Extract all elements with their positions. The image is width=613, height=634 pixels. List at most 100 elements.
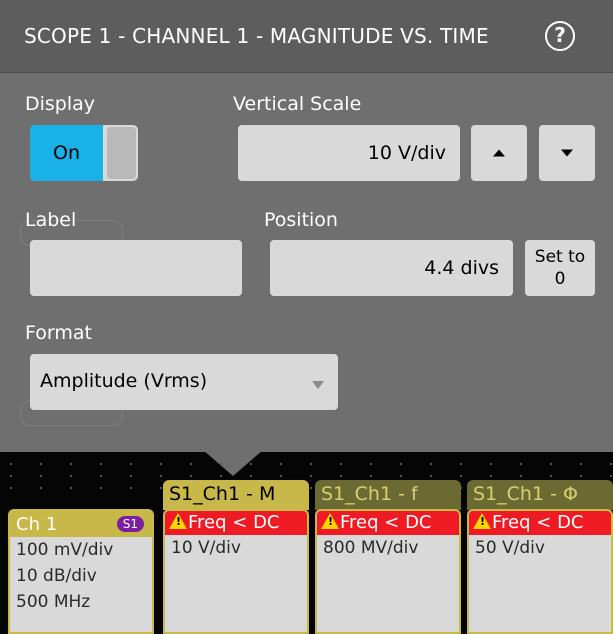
- graticule-dot: [160, 487, 162, 489]
- scope-tag-pill: S1: [116, 516, 144, 532]
- set-to-zero-button[interactable]: Set to 0: [525, 240, 595, 296]
- warning-banner: ! Freq < DC: [469, 511, 611, 535]
- graticule-dot: [280, 475, 282, 477]
- warning-icon: !: [321, 513, 339, 529]
- graticule-dot: [70, 463, 72, 465]
- math-badge-frequency[interactable]: ! Freq < DC 800 MV/div: [315, 509, 461, 634]
- math-tab-label: S1_Ch1 - f: [321, 483, 418, 505]
- graticule-dot: [10, 487, 12, 489]
- graticule-dot: [70, 487, 72, 489]
- math-vertical-scale: 50 V/div: [475, 538, 545, 558]
- graticule-dot: [430, 463, 432, 465]
- graticule-dot: [400, 463, 402, 465]
- graticule-dot: [400, 475, 402, 477]
- graticule-dot: [70, 475, 72, 477]
- graticule-dot: [310, 487, 312, 489]
- position-label: Position: [264, 209, 338, 231]
- format-selected-value: Amplitude (Vrms): [40, 370, 208, 392]
- channel-1-db-scale: 10 dB/div: [16, 566, 97, 586]
- graticule-dot: [520, 463, 522, 465]
- graticule-dot: [460, 463, 462, 465]
- display-toggle-on[interactable]: On: [30, 125, 103, 181]
- warning-text: Freq < DC: [492, 512, 584, 533]
- math-tab-phase[interactable]: S1_Ch1 - Φ: [467, 480, 613, 510]
- display-label: Display: [25, 93, 96, 115]
- warning-text: Freq < DC: [188, 512, 280, 533]
- graticule-dot: [340, 475, 342, 477]
- chevron-down-icon: [312, 381, 324, 389]
- channel-1-name: Ch 1: [16, 514, 58, 535]
- graticule-dot: [310, 475, 312, 477]
- graticule-dot: [190, 463, 192, 465]
- math-badge-phase[interactable]: ! Freq < DC 50 V/div: [467, 509, 613, 634]
- graticule-dot: [550, 475, 552, 477]
- graticule-dot: [610, 475, 612, 477]
- graticule-dot: [100, 475, 102, 477]
- warning-text: Freq < DC: [340, 512, 432, 533]
- channel-1-bandwidth: 500 MHz: [16, 592, 91, 612]
- toggle-knob[interactable]: [107, 127, 136, 179]
- graticule-dot: [160, 475, 162, 477]
- graticule-dot: [100, 487, 102, 489]
- channel-1-header: Ch 1 S1: [10, 511, 152, 537]
- graticule-dot: [280, 463, 282, 465]
- graticule-dot: [460, 475, 462, 477]
- vertical-scale-label: Vertical Scale: [233, 93, 362, 115]
- graticule-dot: [550, 463, 552, 465]
- math-tab-label: S1_Ch1 - M: [169, 483, 276, 505]
- scale-up-button[interactable]: [471, 125, 527, 181]
- channel-1-badge[interactable]: Ch 1 S1 100 mV/div 10 dB/div 500 MHz: [8, 509, 154, 634]
- graticule-dot: [490, 463, 492, 465]
- graticule-dot: [220, 475, 222, 477]
- math-tab-frequency[interactable]: S1_Ch1 - f: [315, 480, 461, 510]
- graticule-dot: [370, 463, 372, 465]
- graticule-dot: [40, 475, 42, 477]
- math-badge-magnitude[interactable]: ! Freq < DC 10 V/div: [163, 509, 309, 634]
- graticule-dot: [130, 463, 132, 465]
- graticule-dot: [430, 475, 432, 477]
- label-input[interactable]: [30, 240, 242, 296]
- graticule-dot: [250, 463, 252, 465]
- graticule-dot: [520, 475, 522, 477]
- label-label: Label: [25, 209, 77, 231]
- question-circle-icon[interactable]: ?: [545, 21, 575, 51]
- warning-banner: ! Freq < DC: [165, 511, 307, 535]
- graticule-dot: [40, 487, 42, 489]
- math-tab-magnitude[interactable]: S1_Ch1 - M: [163, 480, 309, 510]
- channel-1-vertical-scale: 100 mV/div: [16, 540, 114, 560]
- graticule-dot: [340, 463, 342, 465]
- graticule-dot: [580, 475, 582, 477]
- graticule-dot: [370, 475, 372, 477]
- scope-config-panel: SCOPE 1 - CHANNEL 1 - MAGNITUDE VS. TIME…: [0, 0, 613, 452]
- math-tab-label: S1_Ch1 - Φ: [473, 483, 578, 505]
- math-vertical-scale: 800 MV/div: [323, 538, 419, 558]
- vertical-scale-input[interactable]: 10 V/div: [238, 125, 460, 181]
- panel-title: SCOPE 1 - CHANNEL 1 - MAGNITUDE VS. TIME: [24, 24, 489, 48]
- graticule-dot: [10, 463, 12, 465]
- position-input[interactable]: 4.4 divs: [270, 240, 513, 296]
- graticule-dot: [190, 475, 192, 477]
- graticule-dot: [100, 463, 102, 465]
- graticule-dot: [10, 475, 12, 477]
- format-label: Format: [25, 322, 92, 344]
- graticule-dot: [130, 475, 132, 477]
- math-vertical-scale: 10 V/div: [171, 538, 241, 558]
- graticule-dot: [610, 463, 612, 465]
- graticule-dot: [490, 475, 492, 477]
- warning-banner: ! Freq < DC: [317, 511, 459, 535]
- graticule-dot: [580, 463, 582, 465]
- warning-icon: !: [169, 513, 187, 529]
- graticule-dot: [220, 463, 222, 465]
- arrow-down-icon: [561, 149, 573, 157]
- arrow-up-icon: [493, 149, 505, 157]
- scale-down-button[interactable]: [539, 125, 595, 181]
- format-select[interactable]: Amplitude (Vrms): [30, 354, 338, 410]
- display-toggle[interactable]: On: [30, 125, 138, 181]
- panel-header: SCOPE 1 - CHANNEL 1 - MAGNITUDE VS. TIME…: [0, 0, 613, 73]
- warning-icon: !: [473, 513, 491, 529]
- graticule-dot: [160, 463, 162, 465]
- graticule-dot: [250, 475, 252, 477]
- graticule-dot: [40, 463, 42, 465]
- graticule-dot: [130, 487, 132, 489]
- graticule-dot: [310, 463, 312, 465]
